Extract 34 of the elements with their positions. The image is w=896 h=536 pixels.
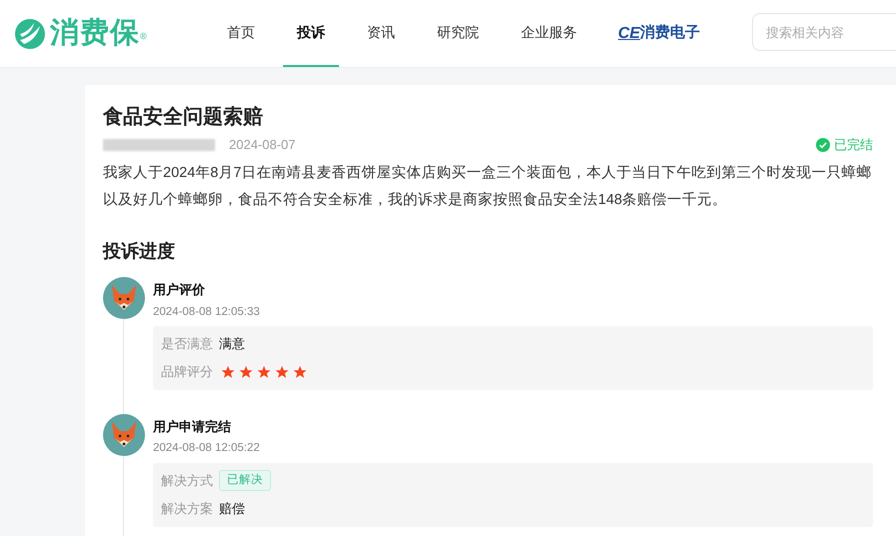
nav-link[interactable]: 研究院: [423, 0, 493, 67]
field-value: 赔偿: [219, 500, 245, 518]
event-time: 2024-08-08 12:05:22: [153, 441, 261, 456]
star-icon: [275, 364, 289, 379]
complaint-date: 2024-08-07: [229, 136, 296, 154]
nav-link[interactable]: 首页: [213, 0, 269, 67]
star-icon: [293, 364, 307, 379]
complaint-description: 我家人于2024年8月7日在南靖县麦香西饼屋实体店购买一盒三个装面包，本人于当日下午吃到第三个时发现一只蟑螂以及好几个蟑螂卵，食品不符合安全标准，我的诉求是商家按照食品安全法148条赔偿一千元。: [103, 164, 872, 210]
logo-text: 消费保: [50, 19, 140, 48]
registered-mark: ®: [140, 30, 147, 42]
nav-link[interactable]: 企业服务: [507, 0, 591, 67]
logo-icon: [14, 18, 46, 50]
check-circle-icon: [816, 138, 830, 152]
search-field[interactable]: 搜索相关内容: [752, 13, 896, 51]
nav-link[interactable]: 资讯: [353, 0, 409, 67]
status-tag: 已解决: [219, 470, 271, 492]
fox-avatar-icon: [103, 414, 145, 456]
field-value: 满意: [219, 335, 245, 353]
star-icon: [239, 364, 253, 379]
section-title: 投诉进度: [103, 240, 176, 263]
star-icon: [221, 364, 235, 379]
field-label: 解决方案: [161, 500, 213, 518]
status-label: 已完结: [834, 136, 873, 154]
event-title: 用户申请完结: [153, 418, 232, 436]
event-title: 用户评价: [153, 281, 206, 299]
field-label: 解决方式: [161, 472, 213, 490]
field-label: 是否满意: [161, 335, 213, 353]
partner-logo[interactable]: CE消费电子: [618, 22, 700, 46]
fox-avatar-icon: [103, 277, 145, 319]
event-time: 2024-08-08 12:05:33: [153, 304, 261, 320]
complaint-title: 食品安全问题索赔: [103, 104, 264, 130]
nav-link[interactable]: 投诉: [283, 0, 339, 67]
star-icon: [257, 364, 271, 379]
field-label: 品牌评分: [161, 363, 213, 381]
